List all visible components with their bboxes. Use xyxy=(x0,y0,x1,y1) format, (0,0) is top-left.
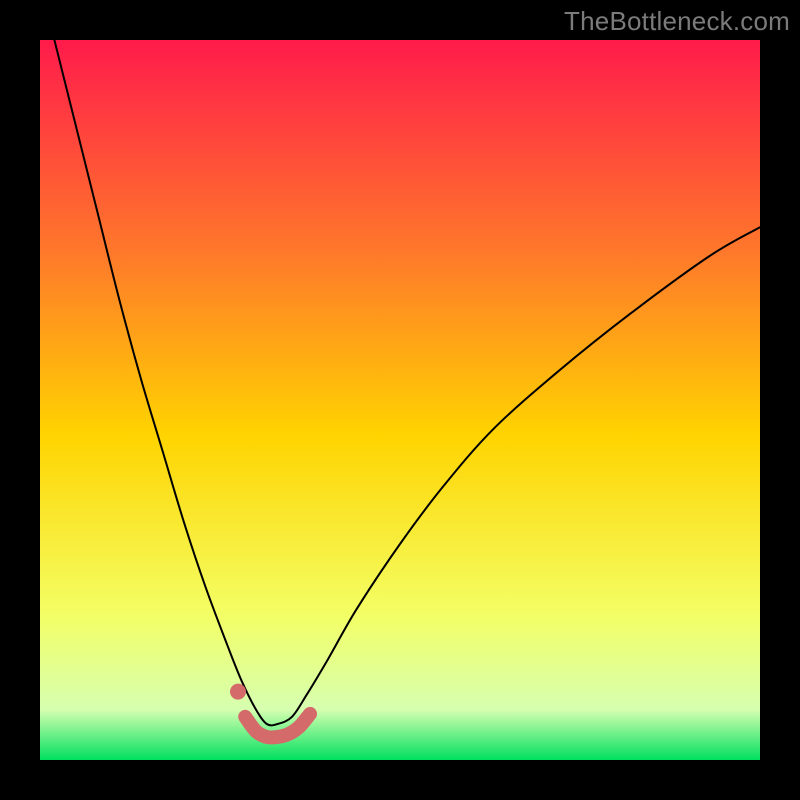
chart-canvas xyxy=(40,40,760,760)
plot-area xyxy=(40,40,760,760)
highlight-dot xyxy=(230,684,246,700)
watermark-text: TheBottleneck.com xyxy=(564,6,790,37)
chart-frame: TheBottleneck.com xyxy=(0,0,800,800)
